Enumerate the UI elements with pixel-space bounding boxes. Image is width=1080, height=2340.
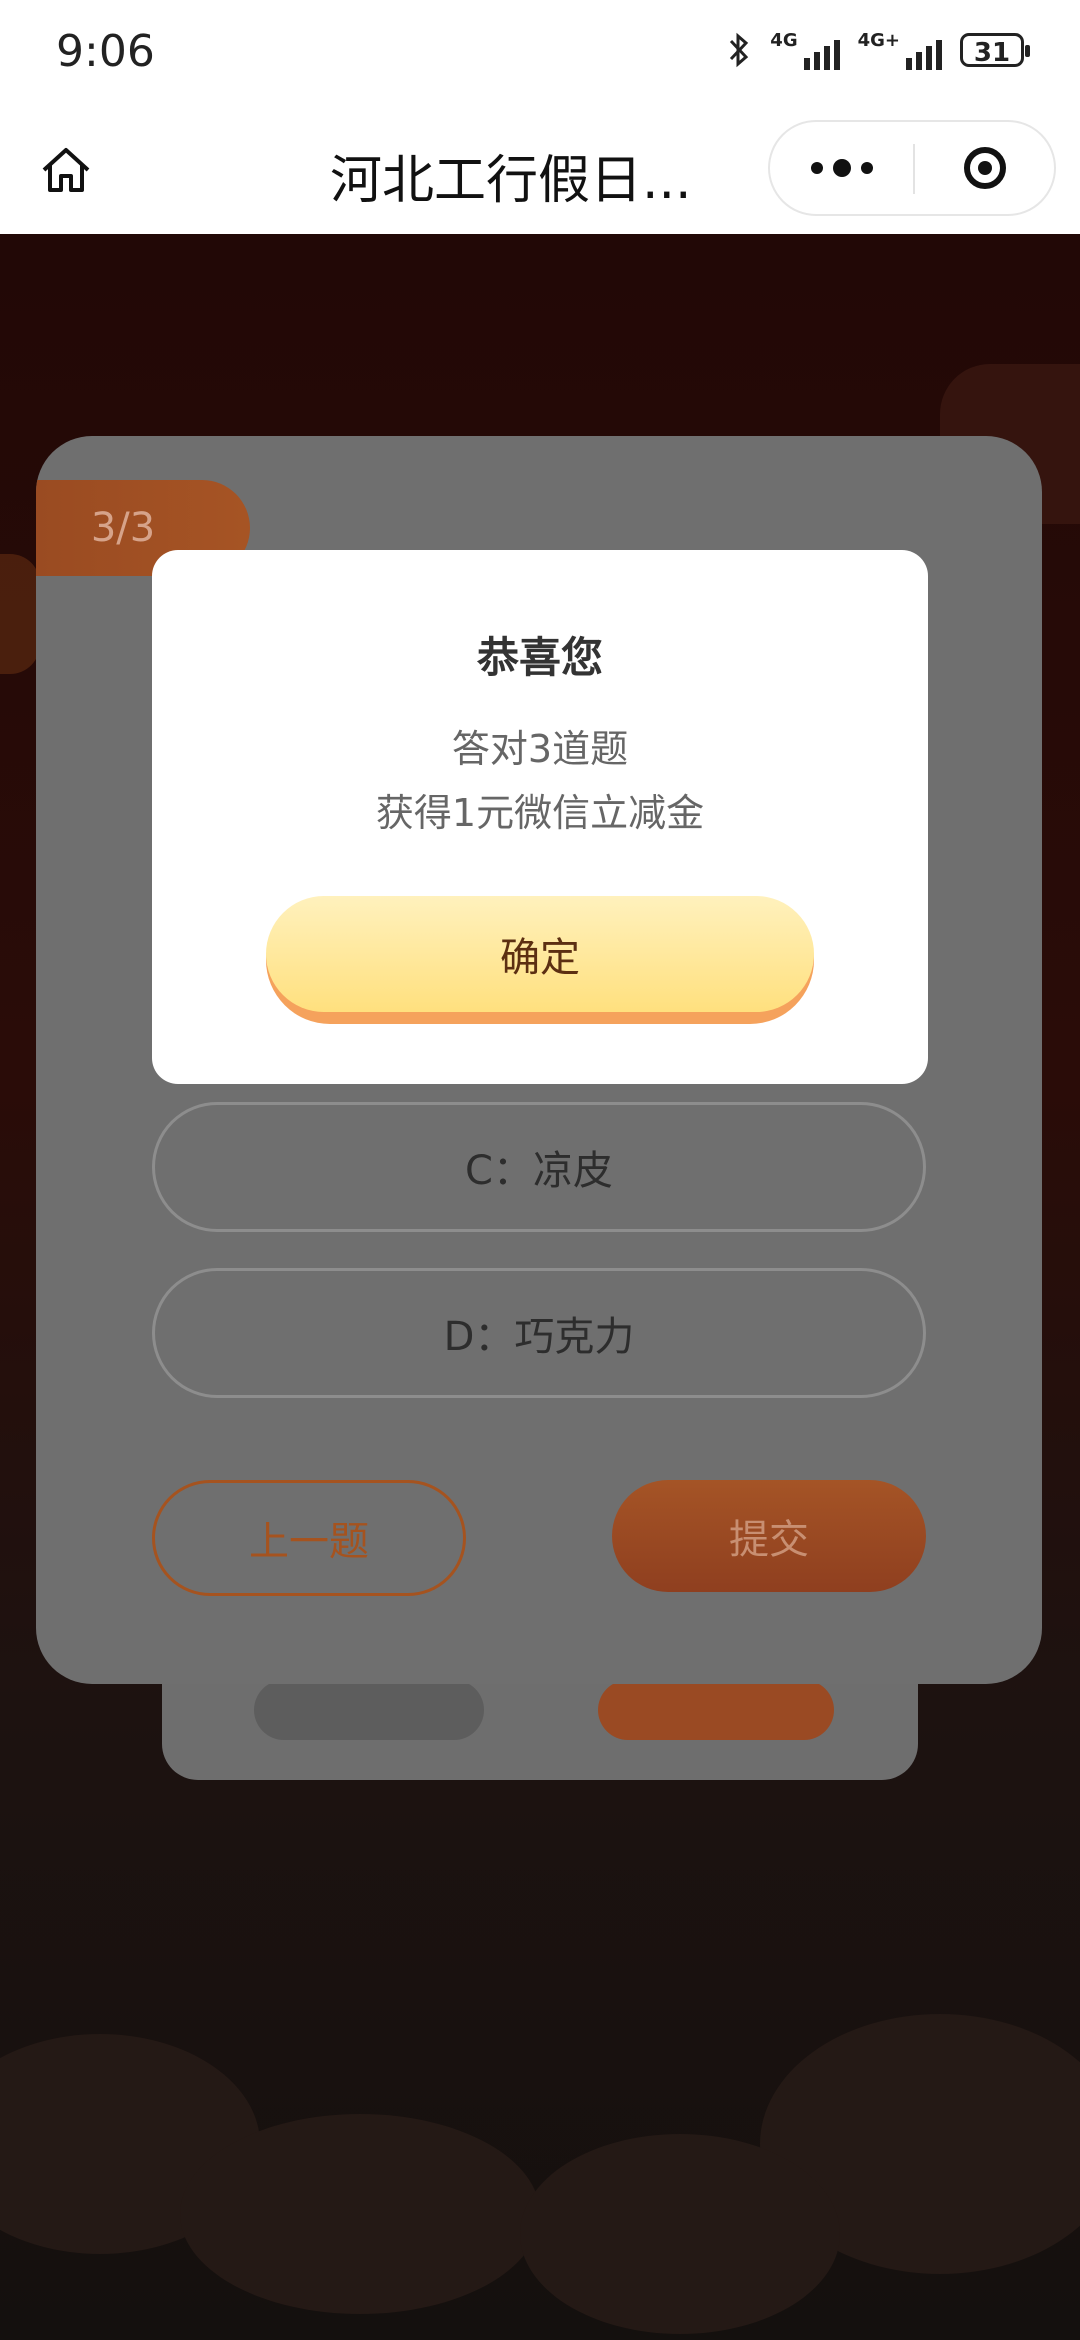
- option-c[interactable]: C：凉皮: [152, 1102, 926, 1232]
- left-decoration: [0, 554, 40, 674]
- battery-icon: 31: [960, 33, 1030, 68]
- more-icon: [810, 162, 823, 174]
- previous-question-button[interactable]: 上一题: [152, 1480, 466, 1596]
- page-title: 河北工行假日...: [330, 151, 692, 211]
- option-d[interactable]: D：巧克力: [152, 1268, 926, 1398]
- status-time: 9:06: [56, 26, 155, 77]
- cloud-decoration: [180, 2114, 540, 2314]
- back-card-button: [598, 1680, 834, 1740]
- result-modal: 恭喜您 答对3道题 获得1元微信立减金 确定: [152, 550, 928, 1084]
- home-icon[interactable]: [36, 140, 96, 200]
- confirm-button-label: 确定: [266, 896, 814, 1012]
- close-button[interactable]: [915, 122, 1055, 214]
- submit-button[interactable]: 提交: [612, 1480, 926, 1592]
- back-card-button: [254, 1680, 484, 1740]
- cloud-decoration: [520, 2134, 840, 2334]
- confirm-button[interactable]: 确定: [266, 896, 814, 1024]
- menu-capsule: [768, 120, 1056, 216]
- nav-bar: 河北工行假日...: [0, 110, 1080, 235]
- signal-icon: 4G: [770, 30, 840, 70]
- modal-score-text: 答对3道题: [451, 727, 629, 771]
- modal-reward-text: 获得1元微信立减金: [375, 791, 705, 835]
- status-icons: 4G 4G+ 31: [726, 30, 1030, 70]
- modal-title: 恭喜您: [476, 633, 603, 682]
- more-button[interactable]: [770, 122, 913, 214]
- status-bar: 9:06 4G 4G+ 31: [0, 0, 1080, 110]
- signal-icon-2: 4G+: [858, 30, 942, 70]
- bluetooth-icon: [730, 32, 749, 68]
- target-icon: [964, 147, 1006, 189]
